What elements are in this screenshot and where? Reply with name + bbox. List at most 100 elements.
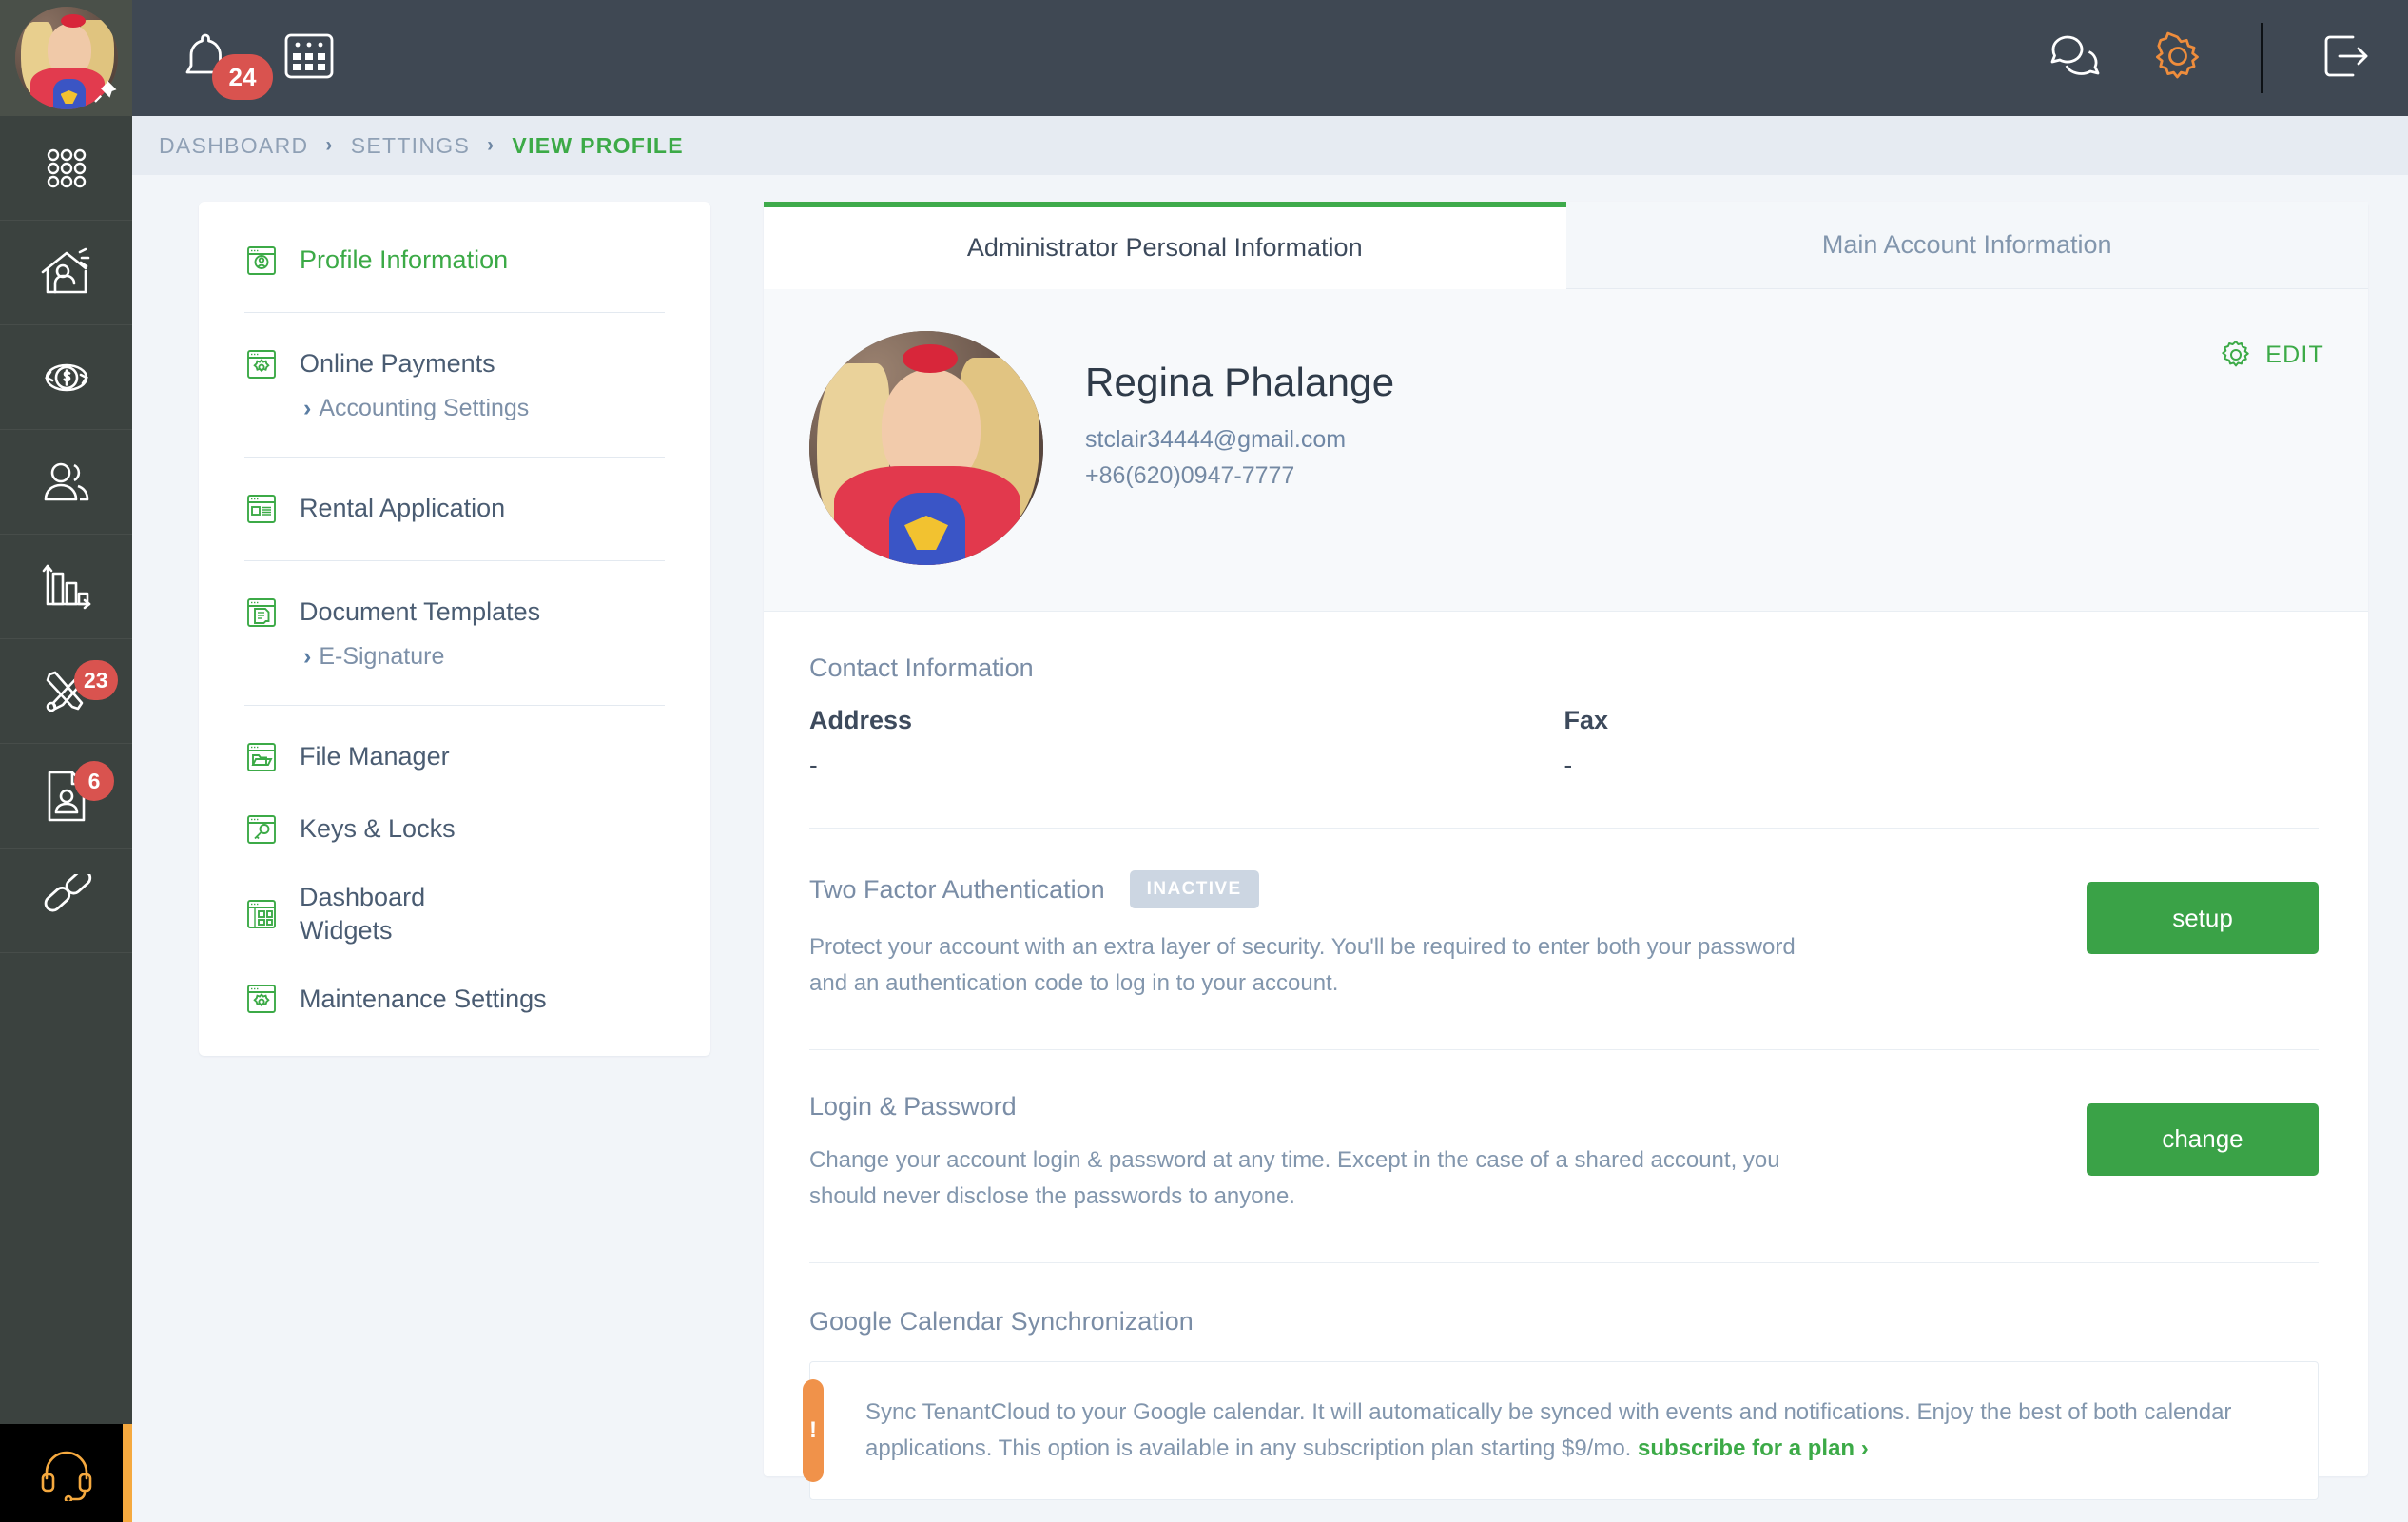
tenants-people-icon xyxy=(44,462,88,500)
setup-button[interactable]: setup xyxy=(2087,882,2319,954)
breadcrumb-item-view-profile[interactable]: VIEW PROFILE xyxy=(512,133,683,159)
top-bar-divider xyxy=(2261,23,2263,93)
login-password-section: Login & Password Change your account log… xyxy=(764,1050,2368,1263)
contact-information-title: Contact Information xyxy=(809,654,1034,682)
notifications-count-badge: 24 xyxy=(212,54,273,100)
two-factor-title: Two Factor Authentication xyxy=(809,874,1105,904)
nav-label-keys-locks: Keys & Locks xyxy=(300,814,456,844)
support-accent-stripe xyxy=(123,1424,132,1522)
edit-profile-button[interactable]: EDIT xyxy=(2220,339,2324,371)
property-house-icon xyxy=(41,247,89,293)
edit-label: EDIT xyxy=(2265,341,2324,368)
breadcrumb-separator: › xyxy=(325,134,334,156)
nav-item-online-payments[interactable]: Online Payments xyxy=(244,347,665,381)
tab-label-administrator: Administrator Personal Information xyxy=(966,233,1363,262)
content-area: Profile Information Online Payments › Acc… xyxy=(132,175,2408,1522)
tab-label-main-account: Main Account Information xyxy=(1821,230,2112,259)
sidebar-badge-applications: 6 xyxy=(74,761,114,801)
left-navigation-rail: 23 6 xyxy=(0,0,132,1522)
main-column: 24 DASHBOARD › SETTINGS › VIEW PROFILE P… xyxy=(132,0,2408,1522)
payments-window-gear-icon xyxy=(247,350,276,379)
chat-bubbles-icon xyxy=(2050,35,2100,75)
nav-item-dashboard-widgets[interactable]: Dashboard Widgets xyxy=(244,881,665,947)
sidebar-item-reports[interactable] xyxy=(0,535,132,639)
profile-info: Regina Phalange stclair34444@gmail.com +… xyxy=(1085,331,1394,490)
settings-nav-card: Profile Information Online Payments › Acc… xyxy=(199,202,710,1057)
nav-item-accounting-settings[interactable]: › Accounting Settings xyxy=(303,395,665,422)
sidebar-item-payments[interactable] xyxy=(0,325,132,430)
nav-item-document-templates[interactable]: Document Templates xyxy=(244,595,665,630)
two-factor-title-row: Two Factor Authentication INACTIVE xyxy=(809,870,2049,908)
sidebar-item-applications[interactable]: 6 xyxy=(0,744,132,849)
fax-value: - xyxy=(1563,751,1573,779)
top-bar-right-group xyxy=(2048,23,2372,93)
settings-button[interactable] xyxy=(2150,29,2205,88)
sidebar-item-properties[interactable] xyxy=(0,221,132,325)
nav-item-e-signature[interactable]: › E-Signature xyxy=(303,643,665,671)
chevron-right-icon: › xyxy=(303,643,312,670)
payments-dollar-cycle-icon xyxy=(44,363,88,391)
status-badge: INACTIVE xyxy=(1129,870,1259,908)
nav-label-profile-information: Profile Information xyxy=(300,245,509,275)
profile-phone[interactable]: +86(620)0947-7777 xyxy=(1085,462,1394,490)
two-factor-description: Protect your account with an extra layer… xyxy=(809,934,1796,996)
nav-label-e-signature: E-Signature xyxy=(319,643,445,670)
breadcrumb-item-dashboard[interactable]: DASHBOARD xyxy=(159,133,308,159)
apps-grid-icon xyxy=(47,148,86,187)
two-factor-authentication-section: Two Factor Authentication INACTIVE Prote… xyxy=(764,829,2368,1050)
nav-divider xyxy=(244,457,665,458)
notice-accent-bar: ! xyxy=(803,1378,824,1483)
sidebar-item-tenants[interactable] xyxy=(0,430,132,535)
notice-text: Sync TenantCloud to your Google calendar… xyxy=(865,1398,2232,1462)
app-root: 23 6 24 DASHBOARD › SETTINGS › VIEW PROF… xyxy=(0,0,2408,1522)
nav-label-online-payments: Online Payments xyxy=(300,349,495,379)
breadcrumb: DASHBOARD › SETTINGS › VIEW PROFILE xyxy=(132,116,2408,175)
gear-icon xyxy=(2155,31,2199,78)
logout-button[interactable] xyxy=(2319,29,2372,88)
nav-item-profile-information[interactable]: Profile Information xyxy=(244,244,665,278)
logout-icon xyxy=(2324,35,2368,76)
profile-avatar[interactable] xyxy=(809,331,1043,565)
pin-icon[interactable] xyxy=(90,78,119,107)
support-button[interactable] xyxy=(0,1424,132,1522)
nav-item-maintenance-settings[interactable]: Maintenance Settings xyxy=(244,982,665,1016)
two-factor-text: Two Factor Authentication INACTIVE Prote… xyxy=(809,870,2087,1002)
google-calendar-title: Google Calendar Synchronization xyxy=(809,1306,1194,1336)
rental-application-window-icon xyxy=(247,495,276,523)
nav-divider xyxy=(244,312,665,313)
sidebar-item-listings[interactable] xyxy=(0,849,132,953)
top-bar-left-group: 24 xyxy=(178,29,336,100)
tab-administrator-personal-information[interactable]: Administrator Personal Information xyxy=(764,202,1566,289)
profile-window-icon xyxy=(247,246,276,275)
subscribe-link[interactable]: subscribe for a plan › xyxy=(1638,1435,1869,1461)
contact-grid: Address - Fax - xyxy=(809,706,2319,780)
breadcrumb-item-settings[interactable]: SETTINGS xyxy=(351,133,470,159)
sidebar-item-maintenance[interactable]: 23 xyxy=(0,639,132,744)
google-calendar-section: Google Calendar Synchronization ! Sync T… xyxy=(764,1263,2368,1501)
calendar-button[interactable] xyxy=(282,29,336,88)
nav-label-maintenance-settings: Maintenance Settings xyxy=(300,984,547,1013)
sidebar-item-apps[interactable] xyxy=(0,116,132,221)
rail-user-avatar[interactable] xyxy=(0,0,132,116)
nav-divider xyxy=(244,560,665,561)
contact-fax-column: Fax - xyxy=(1564,706,2320,780)
nav-label-dashboard-widgets: Dashboard Widgets xyxy=(300,883,426,946)
login-password-text: Login & Password Change your account log… xyxy=(809,1092,2087,1215)
chevron-right-icon: › xyxy=(303,395,312,421)
two-factor-block: Two Factor Authentication INACTIVE Prote… xyxy=(809,829,2319,1002)
panel-tabs: Administrator Personal Information Main … xyxy=(764,202,2368,289)
panel-bottom-padding xyxy=(764,1500,2368,1522)
nav-item-rental-application[interactable]: Rental Application xyxy=(244,492,665,526)
tab-main-account-information[interactable]: Main Account Information xyxy=(1565,202,2368,289)
nav-item-file-manager[interactable]: File Manager xyxy=(244,740,665,774)
dashboard-widgets-grid-icon xyxy=(247,900,276,929)
profile-email[interactable]: stclair34444@gmail.com xyxy=(1085,426,1394,454)
notifications-button[interactable]: 24 xyxy=(178,29,273,100)
address-value: - xyxy=(809,751,818,779)
calendar-icon xyxy=(284,33,334,78)
login-password-block: Login & Password Change your account log… xyxy=(809,1050,2319,1215)
messages-button[interactable] xyxy=(2048,29,2105,88)
maintenance-settings-gear-icon xyxy=(247,985,276,1014)
nav-item-keys-locks[interactable]: Keys & Locks xyxy=(244,812,665,847)
change-button[interactable]: change xyxy=(2087,1102,2319,1176)
